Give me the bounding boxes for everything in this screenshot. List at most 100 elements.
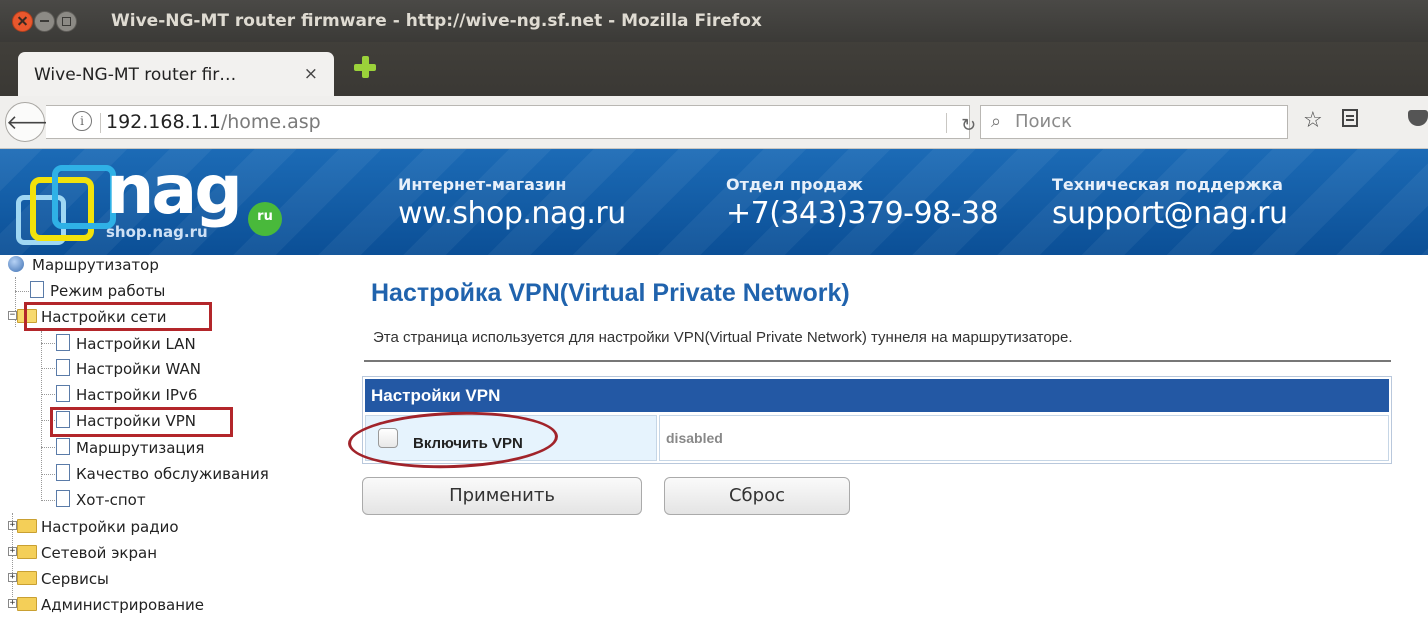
tree-item-firewall[interactable]: + Сетевой экран xyxy=(8,541,157,565)
sidebar-tree: Маршрутизатор Режим работы − Настройки се… xyxy=(0,255,340,615)
tree-item-radio[interactable]: + Настройки радио xyxy=(8,515,179,539)
banner-sales-label: Отдел продаж xyxy=(726,175,864,194)
url-divider xyxy=(946,113,947,133)
info-icon[interactable]: i xyxy=(72,111,92,131)
window-minimize-icon[interactable] xyxy=(34,11,55,32)
tree-label: Настройки LAN xyxy=(76,335,196,353)
window-title: Wive-NG-MT router firmware - http://wive… xyxy=(111,11,762,31)
tree-connector xyxy=(41,474,55,475)
collapse-icon[interactable]: − xyxy=(8,311,17,320)
reload-icon[interactable]: ↻ xyxy=(961,115,976,136)
tree-connector xyxy=(41,500,55,501)
tree-item-ipv6[interactable]: Настройки IPv6 xyxy=(56,383,197,407)
new-tab-plus-icon[interactable] xyxy=(354,56,376,78)
tree-connector xyxy=(41,331,42,501)
window-maximize-icon[interactable] xyxy=(56,11,77,32)
banner-shop-value: ww.shop.nag.ru xyxy=(398,196,626,231)
banner-shop: Интернет-магазин ww.shop.nag.ru xyxy=(398,175,626,231)
tree-item-services[interactable]: + Сервисы xyxy=(8,567,109,591)
banner-sales: Отдел продаж +7(343)379-98-38 xyxy=(726,175,999,231)
annotation-box-vpn xyxy=(50,407,233,437)
divider xyxy=(364,360,1391,362)
vpn-status-cell: disabled xyxy=(659,415,1389,461)
reset-button[interactable]: Сброс xyxy=(664,477,850,515)
site-banner: nag shop.nag.ru ru Интернет-магазин ww.s… xyxy=(0,149,1428,255)
tree-label: Сетевой экран xyxy=(41,544,158,562)
folder-icon xyxy=(17,596,37,611)
nav-bar: 🡐 i 192.168.1.1/home.asp ↻ ⌕ Поиск ☆ xyxy=(0,96,1428,149)
folder-icon xyxy=(17,518,37,533)
pocket-icon[interactable] xyxy=(1408,110,1428,126)
tree-root-router[interactable]: Маршрутизатор xyxy=(8,253,159,277)
page-icon xyxy=(56,490,70,507)
logo-ru-badge: ru xyxy=(248,202,282,236)
tree-connector xyxy=(41,447,55,448)
library-icon[interactable] xyxy=(1342,109,1358,127)
expand-icon[interactable]: + xyxy=(8,521,17,530)
url-host: 192.168.1.1 xyxy=(106,111,221,133)
tree-label: Сервисы xyxy=(41,570,109,588)
tree-label: Маршрутизация xyxy=(76,439,205,457)
page-description: Эта страница используется для настройки … xyxy=(373,329,1073,346)
expand-icon[interactable]: + xyxy=(8,599,17,608)
folder-icon xyxy=(17,544,37,559)
tree-label: Настройки WAN xyxy=(76,360,201,378)
apply-button[interactable]: Применить xyxy=(362,477,642,515)
url-separator xyxy=(100,113,101,133)
page-icon xyxy=(56,464,70,481)
search-input[interactable]: ⌕ Поиск xyxy=(980,105,1288,139)
page-icon xyxy=(56,334,70,351)
tree-item-admin[interactable]: + Администрирование xyxy=(8,593,204,617)
vpn-status-text: disabled xyxy=(666,430,723,446)
url-path: /home.asp xyxy=(220,111,321,133)
tree-label: Настройки радио xyxy=(41,518,179,536)
banner-sales-value: +7(343)379-98-38 xyxy=(726,196,999,231)
tree-item-hotspot[interactable]: Хот-спот xyxy=(56,488,146,512)
search-icon: ⌕ xyxy=(991,111,1002,132)
tab-label: Wive-NG-MT router fir… xyxy=(34,65,237,85)
tree-label: Администрирование xyxy=(41,596,205,614)
tree-item-lan[interactable]: Настройки LAN xyxy=(56,332,196,356)
banner-shop-label: Интернет-магазин xyxy=(398,175,567,194)
logo-text: nag xyxy=(106,151,243,230)
tab-close-icon[interactable]: × xyxy=(304,64,318,84)
banner-support: Техническая поддержка support@nag.ru xyxy=(1052,175,1288,231)
expand-icon[interactable]: + xyxy=(8,547,17,556)
tree-connector xyxy=(41,394,55,395)
tree-connector xyxy=(41,343,55,344)
tree-label: Хот-спот xyxy=(76,491,146,509)
tree-item-routing[interactable]: Маршрутизация xyxy=(56,436,204,460)
tree-connector xyxy=(41,368,55,369)
page-icon xyxy=(56,385,70,402)
window-titlebar: Wive-NG-MT router firmware - http://wive… xyxy=(0,0,1428,42)
table-header: Настройки VPN xyxy=(365,379,1389,412)
page-title: Настройка VPN(Virtual Private Network) xyxy=(371,279,850,307)
tree-item-wan[interactable]: Настройки WAN xyxy=(56,357,201,381)
expand-icon[interactable]: + xyxy=(8,573,17,582)
logo-subtitle: shop.nag.ru xyxy=(106,223,208,241)
page-icon xyxy=(56,438,70,455)
tab-strip: Wive-NG-MT router fir… × xyxy=(0,42,1428,96)
tree-item-qos[interactable]: Качество обслуживания xyxy=(56,462,269,486)
window-close-icon[interactable] xyxy=(12,11,33,32)
tree-label: Режим работы xyxy=(50,282,166,300)
banner-support-label: Техническая поддержка xyxy=(1052,175,1283,194)
tree-item-mode[interactable]: Режим работы xyxy=(30,279,165,303)
page-icon xyxy=(56,359,70,376)
tree-label: Качество обслуживания xyxy=(76,465,269,483)
nag-logo[interactable]: nag shop.nag.ru ru xyxy=(10,151,282,249)
tree-connector xyxy=(15,291,29,292)
url-text[interactable]: 192.168.1.1/home.asp xyxy=(106,111,321,133)
bookmark-star-icon[interactable]: ☆ xyxy=(1303,108,1323,133)
back-arrow-icon[interactable]: 🡐 xyxy=(5,102,60,142)
computer-icon xyxy=(8,255,24,272)
folder-icon xyxy=(17,570,37,585)
tab-router-firmware[interactable]: Wive-NG-MT router fir… × xyxy=(18,52,334,96)
url-bar[interactable]: i 192.168.1.1/home.asp ↻ xyxy=(46,105,976,139)
banner-support-value: support@nag.ru xyxy=(1052,196,1288,231)
search-placeholder: Поиск xyxy=(1015,111,1073,132)
tree-label: Настройки IPv6 xyxy=(76,386,198,404)
page-icon xyxy=(30,281,44,298)
annotation-box-network xyxy=(24,302,212,331)
tree-label: Маршрутизатор xyxy=(32,256,159,274)
